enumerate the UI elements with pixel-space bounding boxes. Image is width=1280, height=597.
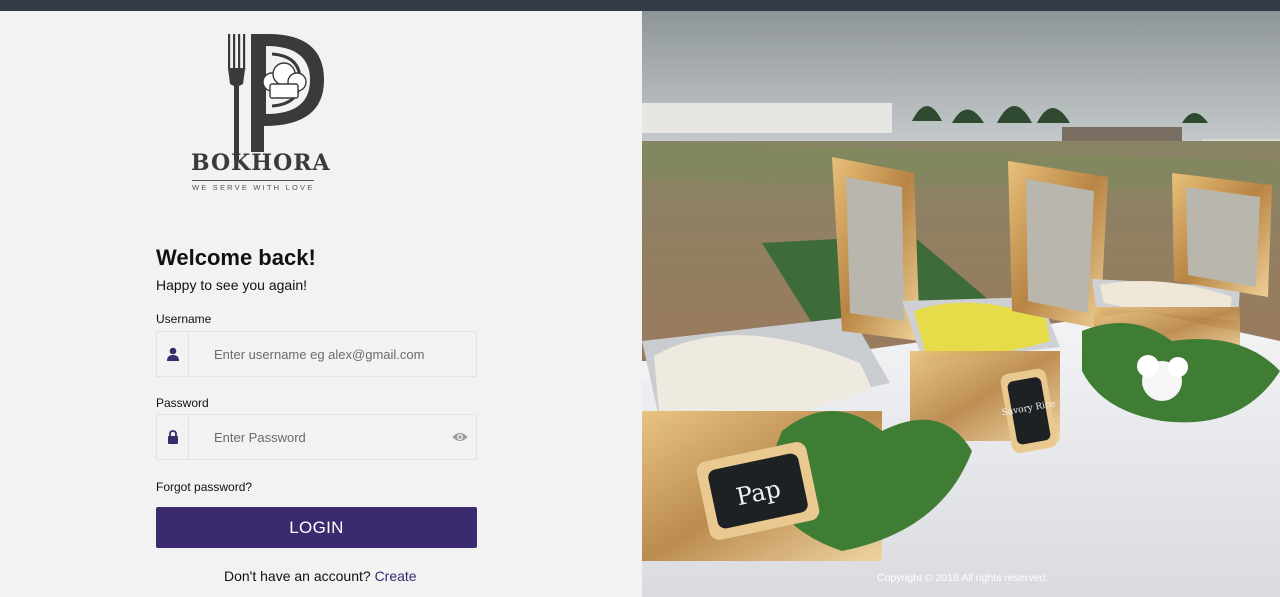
username-label: Username bbox=[156, 312, 212, 326]
password-input[interactable] bbox=[214, 415, 444, 459]
page-subtitle: Happy to see you again! bbox=[156, 277, 307, 293]
lock-icon bbox=[157, 415, 189, 459]
copyright-text: Copyright © 2018 All rights reserved. bbox=[877, 572, 1049, 584]
page-title: Welcome back! bbox=[156, 245, 316, 270]
brand-tagline: WE SERVE WITH LOVE bbox=[192, 180, 315, 192]
password-field bbox=[156, 414, 477, 460]
brand-name: BOKHORA bbox=[191, 150, 331, 176]
password-label: Password bbox=[156, 396, 209, 410]
eye-icon[interactable] bbox=[452, 430, 468, 444]
buffet-photo: Pap Savory Rice bbox=[642, 11, 1280, 597]
signup-prompt: Don't have an account? Create bbox=[224, 568, 417, 584]
username-field bbox=[156, 331, 477, 377]
create-account-link[interactable]: Create bbox=[375, 568, 417, 584]
signup-prompt-text: Don't have an account? bbox=[224, 568, 371, 584]
user-icon bbox=[157, 332, 189, 376]
login-button[interactable]: LOGIN bbox=[156, 507, 477, 548]
forgot-password-link[interactable]: Forgot password? bbox=[156, 480, 252, 494]
username-input[interactable] bbox=[214, 332, 444, 376]
top-bar bbox=[0, 0, 1280, 11]
hero-image: Pap Savory Rice bbox=[642, 11, 1280, 597]
